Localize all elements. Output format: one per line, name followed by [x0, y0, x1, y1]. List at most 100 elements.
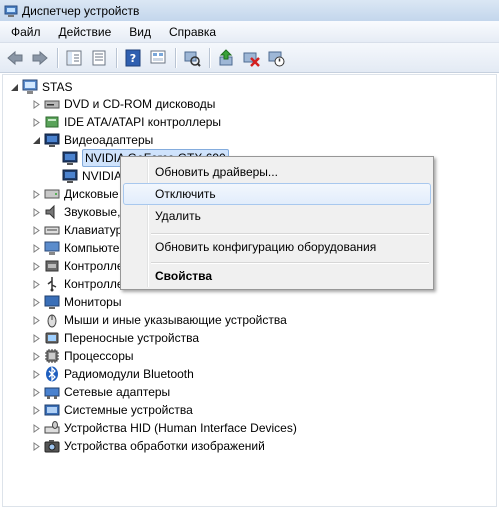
- toolbar: ?: [0, 43, 499, 73]
- context-separator: [151, 233, 429, 234]
- update-driver-icon: [219, 48, 233, 65]
- tree-item-mice[interactable]: Мыши и иные указывающие устройства: [31, 311, 287, 329]
- update-driver-button[interactable]: [215, 47, 237, 69]
- show-hide-tree-button[interactable]: [63, 47, 85, 69]
- back-icon: [7, 50, 23, 65]
- menu-action[interactable]: Действие: [50, 22, 121, 42]
- hid-device-icon: [44, 421, 60, 434]
- dvd-drive-icon: [44, 100, 60, 109]
- tree-item-label: Мыши и иные указывающие устройства: [64, 313, 287, 327]
- tree-root[interactable]: STAS: [9, 78, 72, 96]
- expand-arrow-icon[interactable]: [31, 207, 41, 217]
- svg-text:?: ?: [130, 52, 136, 65]
- disable-button[interactable]: [265, 47, 287, 69]
- tree-item-label: Процессоры: [64, 349, 134, 363]
- expand-arrow-icon[interactable]: [31, 351, 41, 361]
- computer-icon: [22, 79, 38, 94]
- computer-icon: [44, 241, 60, 255]
- context-scan-hardware[interactable]: Обновить конфигурацию оборудования: [123, 236, 431, 258]
- toolbar-separator: [175, 47, 176, 68]
- tree-item-label: Видеоадаптеры: [64, 133, 154, 147]
- expand-arrow-icon[interactable]: [31, 441, 41, 451]
- tree-item-imaging[interactable]: Устройства обработки изображений: [31, 437, 265, 455]
- tree-item-disk-drives[interactable]: Дисковые: [31, 185, 119, 203]
- expand-arrow-icon[interactable]: [31, 387, 41, 397]
- expand-arrow-icon[interactable]: [31, 261, 41, 271]
- expand-arrow-icon[interactable]: [31, 189, 41, 199]
- tree-item-ide[interactable]: IDE ATA/ATAPI контроллеры: [31, 113, 221, 131]
- expand-arrow-icon[interactable]: [31, 405, 41, 415]
- tree-item-label: Контролле: [64, 277, 124, 291]
- menu-file[interactable]: Файл: [2, 22, 50, 42]
- expand-arrow-icon[interactable]: [31, 225, 41, 235]
- context-properties[interactable]: Свойства: [123, 265, 431, 287]
- help-button[interactable]: ?: [122, 47, 144, 69]
- window-title: Диспетчер устройств: [22, 3, 140, 18]
- display-adapter-icon: [62, 169, 78, 183]
- camera-icon: [44, 440, 60, 453]
- tree-item-display-adapters[interactable]: Видеоадаптеры: [31, 131, 153, 149]
- scan-hardware-button[interactable]: [181, 47, 203, 69]
- menu-view[interactable]: Вид: [120, 22, 160, 42]
- help-icon: ?: [125, 49, 141, 66]
- expand-arrow-icon[interactable]: [31, 99, 41, 109]
- tree-item-label: Звуковые,: [64, 205, 121, 219]
- expand-arrow-icon[interactable]: [31, 423, 41, 433]
- view-button[interactable]: [147, 47, 169, 69]
- properties-icon: [92, 50, 106, 65]
- portable-device-icon: [45, 332, 59, 344]
- tree-item-label: Клавиатур: [64, 223, 123, 237]
- network-adapter-icon: [44, 387, 60, 399]
- tree-item-hid[interactable]: Устройства HID (Human Interface Devices): [31, 419, 297, 437]
- context-uninstall[interactable]: Удалить: [123, 205, 431, 227]
- tree-item-dvd[interactable]: DVD и CD-ROM дисководы: [31, 95, 215, 113]
- tree-item-portable[interactable]: Переносные устройства: [31, 329, 199, 347]
- uninstall-button[interactable]: [240, 47, 262, 69]
- collapse-arrow-icon[interactable]: [9, 82, 19, 92]
- scan-icon: [150, 50, 166, 63]
- context-update-drivers[interactable]: Обновить драйверы...: [123, 161, 431, 183]
- tree-item-sound[interactable]: Звуковые,: [31, 203, 120, 221]
- mouse-icon: [47, 314, 57, 328]
- tree-root-label: STAS: [42, 80, 73, 94]
- expand-arrow-icon[interactable]: [31, 333, 41, 343]
- expand-arrow-icon[interactable]: [31, 279, 41, 289]
- tree-item-label: DVD и CD-ROM дисководы: [64, 97, 216, 111]
- expand-arrow-icon[interactable]: [31, 117, 41, 127]
- tree-item-controllers-1[interactable]: Контролле: [31, 257, 124, 275]
- expand-arrow-icon[interactable]: [31, 243, 41, 253]
- context-menu: Обновить драйверы... Отключить Удалить О…: [120, 156, 434, 290]
- tree-item-system[interactable]: Системные устройства: [31, 401, 193, 419]
- tree-item-computer[interactable]: Компьюте: [31, 239, 119, 257]
- keyboard-icon: [44, 226, 60, 235]
- toolbar-separator: [57, 47, 58, 68]
- tree-item-label: Устройства HID (Human Interface Devices): [64, 421, 297, 435]
- tree-item-processors[interactable]: Процессоры: [31, 347, 134, 365]
- tree-item-label: Контролле: [64, 259, 124, 273]
- expand-arrow-icon[interactable]: [31, 315, 41, 325]
- toolbar-separator: [116, 47, 117, 68]
- forward-icon: [32, 50, 48, 65]
- tree-item-bluetooth[interactable]: Радиомодули Bluetooth: [31, 365, 194, 383]
- menu-help[interactable]: Справка: [160, 22, 225, 42]
- context-disable[interactable]: Отключить: [123, 183, 431, 205]
- back-button[interactable]: [4, 47, 26, 69]
- tree-item-monitors[interactable]: Мониторы: [31, 293, 121, 311]
- scan-hardware-icon: [184, 51, 201, 67]
- tree-item-label: Сетевые адаптеры: [64, 385, 171, 399]
- forward-button[interactable]: [29, 47, 51, 69]
- tree-item-controllers-2[interactable]: Контролле: [31, 275, 124, 293]
- bluetooth-icon: [46, 366, 58, 382]
- processor-icon: [45, 349, 59, 363]
- device-tree[interactable]: STAS DVD и CD-ROM дисководы IDE ATA/ATAP…: [2, 74, 497, 507]
- tree-item-keyboards[interactable]: Клавиатур: [31, 221, 122, 239]
- ide-controller-icon: [45, 116, 59, 128]
- expand-arrow-icon[interactable]: [31, 369, 41, 379]
- expand-arrow-icon[interactable]: [31, 297, 41, 307]
- title-bar: Диспетчер устройств: [0, 0, 499, 21]
- collapse-arrow-icon[interactable]: [31, 135, 41, 145]
- system-device-icon: [44, 404, 60, 416]
- tree-item-gpu-2[interactable]: NVIDIA: [62, 167, 122, 185]
- properties-button[interactable]: [88, 47, 110, 69]
- tree-item-network[interactable]: Сетевые адаптеры: [31, 383, 170, 401]
